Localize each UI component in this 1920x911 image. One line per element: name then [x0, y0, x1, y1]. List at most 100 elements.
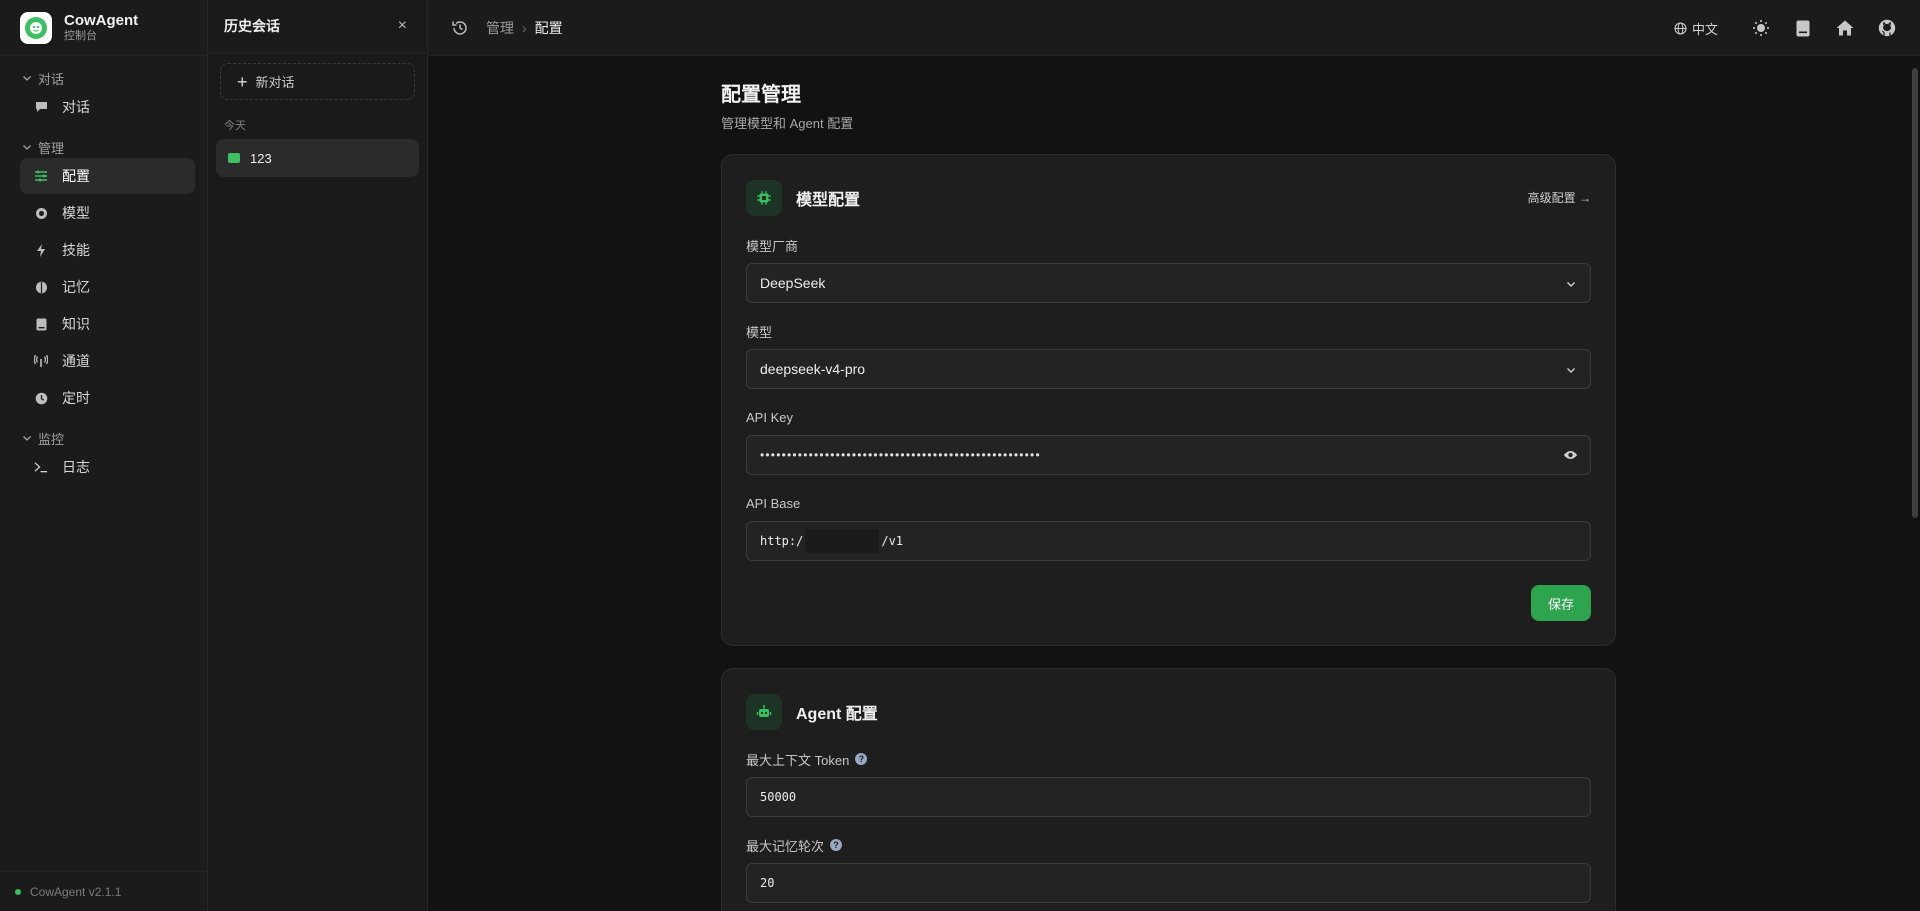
- book-icon: [34, 317, 48, 331]
- nav-group-label: 管理: [38, 140, 65, 156]
- version-label: CowAgent v2.1.1: [30, 884, 122, 899]
- max-rounds-value: 20: [760, 876, 775, 890]
- agent-card-title: Agent 配置: [796, 706, 878, 723]
- page-description: 管理模型和 Agent 配置: [721, 116, 854, 131]
- cowagent-logo-icon: [20, 11, 52, 44]
- brand-subtitle: 控制台: [64, 30, 97, 42]
- sliders-icon: [34, 169, 48, 183]
- max-tokens-label-row: 最大上下文 Token ?: [746, 751, 1591, 768]
- max-rounds-label-row: 最大记忆轮次 ?: [746, 837, 1591, 854]
- sidebar-item-label: 知识: [62, 316, 90, 332]
- sun-icon[interactable]: [1750, 17, 1772, 39]
- chevron-down-icon: [1567, 368, 1575, 373]
- sidebar-item-chat[interactable]: 对话: [20, 89, 195, 125]
- api-key-label: API Key: [746, 409, 793, 425]
- sidebar-item-label: 通道: [62, 353, 90, 369]
- sidebar-item-knowledge[interactable]: 知识: [20, 306, 195, 342]
- history-icon[interactable]: [450, 18, 470, 38]
- model-label: 模型: [746, 324, 773, 340]
- sidebar-item-channels[interactable]: 通道: [20, 343, 195, 379]
- provider-select[interactable]: DeepSeek: [746, 263, 1591, 303]
- nav-group-chat: 对话 对话: [0, 68, 207, 125]
- agent-config-card: Agent 配置 最大上下文 Token ? 50000 最大记忆轮次 ? 20: [721, 668, 1616, 911]
- max-tokens-input[interactable]: 50000: [746, 777, 1591, 817]
- sidebar-item-skills[interactable]: 技能: [20, 232, 195, 268]
- nav-group-monitor: 监控 日志: [0, 428, 207, 485]
- help-icon[interactable]: ?: [830, 839, 843, 851]
- sidebar-item-label: 日志: [62, 459, 90, 475]
- history-panel: 历史会话 × + 新对话 今天 123: [208, 0, 428, 911]
- history-item-label: 123: [250, 150, 272, 166]
- sidebar-item-label: 对话: [62, 99, 90, 115]
- model-card-title: 模型配置: [796, 192, 861, 209]
- breadcrumb-separator: ›: [522, 19, 527, 36]
- redacted-block: [805, 529, 880, 553]
- nav-group-header-monitor[interactable]: 监控: [0, 428, 207, 448]
- robot-icon: [746, 694, 782, 730]
- sidebar-item-label: 技能: [62, 242, 90, 258]
- globe-icon: [1674, 21, 1687, 35]
- clock-icon: [34, 391, 48, 405]
- sidebar-item-config[interactable]: 配置: [20, 158, 195, 194]
- api-base-label: API Base: [746, 495, 801, 511]
- sidebar-item-label: 配置: [62, 168, 90, 184]
- language-switcher[interactable]: 中文: [1674, 19, 1718, 38]
- breadcrumb-config: 配置: [534, 19, 563, 36]
- nav-group-header-chat[interactable]: 对话: [0, 68, 207, 88]
- home-icon[interactable]: [1834, 17, 1856, 39]
- nav-group-label: 对话: [38, 71, 65, 87]
- config-page: 配置管理 管理模型和 Agent 配置 模型配置 高级配置 → 模型厂商 Dee…: [721, 56, 1616, 911]
- sidebar-item-label: 记忆: [62, 279, 90, 295]
- page-title: 配置管理: [721, 84, 801, 106]
- sidebar-item-label: 模型: [62, 205, 90, 221]
- main-content: 配置管理 管理模型和 Agent 配置 模型配置 高级配置 → 模型厂商 Dee…: [428, 56, 1920, 911]
- github-icon[interactable]: [1876, 17, 1898, 39]
- model-select[interactable]: deepseek-v4-pro: [746, 349, 1591, 389]
- advanced-config-link[interactable]: 高级配置 →: [1528, 189, 1591, 206]
- nav-group-header-manage[interactable]: 管理: [0, 137, 207, 157]
- sidebar-item-schedule[interactable]: 定时: [20, 380, 195, 416]
- max-tokens-label: 最大上下文 Token: [746, 752, 850, 768]
- sidebar-item-logs[interactable]: 日志: [20, 449, 195, 485]
- brand[interactable]: CowAgent 控制台: [0, 0, 207, 56]
- api-key-input[interactable]: ••••••••••••••••••••••••••••••••••••••••…: [746, 435, 1591, 475]
- api-key-value: ••••••••••••••••••••••••••••••••••••••••…: [760, 448, 1041, 462]
- sidebar-item-memory[interactable]: 记忆: [20, 269, 195, 305]
- scrollbar-thumb[interactable]: [1912, 68, 1918, 518]
- history-item[interactable]: 123: [216, 139, 419, 177]
- chat-bubble-icon: [228, 153, 240, 163]
- max-tokens-value: 50000: [760, 790, 797, 804]
- chevron-down-icon: [23, 145, 31, 150]
- history-group-label: 今天: [224, 120, 246, 132]
- close-icon[interactable]: ×: [398, 17, 407, 35]
- docs-icon[interactable]: [1792, 17, 1814, 39]
- chevron-down-icon: [23, 436, 31, 441]
- max-rounds-input[interactable]: 20: [746, 863, 1591, 903]
- sidebar-item-label: 定时: [62, 390, 90, 406]
- language-label: 中文: [1691, 21, 1718, 37]
- top-bar: 管理 › 配置 中文: [428, 0, 1920, 56]
- chat-bubble-icon: [34, 100, 48, 114]
- chevron-down-icon: [1567, 282, 1575, 287]
- history-title: 历史会话: [224, 18, 280, 34]
- provider-label: 模型厂商: [746, 238, 799, 254]
- sidebar: CowAgent 控制台 对话 对话 管理 配置 模型 技能 记忆 知识 通道 …: [0, 0, 208, 911]
- breadcrumb-manage[interactable]: 管理: [486, 18, 514, 38]
- brand-name: CowAgent: [64, 12, 139, 29]
- nav-group-label: 监控: [38, 431, 65, 447]
- bolt-icon: [34, 243, 48, 257]
- api-base-input[interactable]: http:/ /v1: [746, 521, 1591, 561]
- plus-icon: +: [237, 71, 248, 92]
- help-icon[interactable]: ?: [855, 753, 868, 765]
- new-chat-button[interactable]: + 新对话: [220, 63, 415, 100]
- model-value: deepseek-v4-pro: [760, 361, 866, 377]
- save-button[interactable]: 保存: [1531, 585, 1591, 621]
- topbar-actions: 中文: [1674, 0, 1908, 56]
- version-footer: CowAgent v2.1.1: [0, 871, 208, 911]
- chip-icon: [34, 206, 48, 220]
- api-base-prefix: http:/: [760, 534, 804, 548]
- history-header: 历史会话 ×: [208, 0, 427, 53]
- terminal-icon: [34, 460, 48, 474]
- sidebar-item-models[interactable]: 模型: [20, 195, 195, 231]
- model-config-card: 模型配置 高级配置 → 模型厂商 DeepSeek 模型 deepseek-v4…: [721, 154, 1616, 646]
